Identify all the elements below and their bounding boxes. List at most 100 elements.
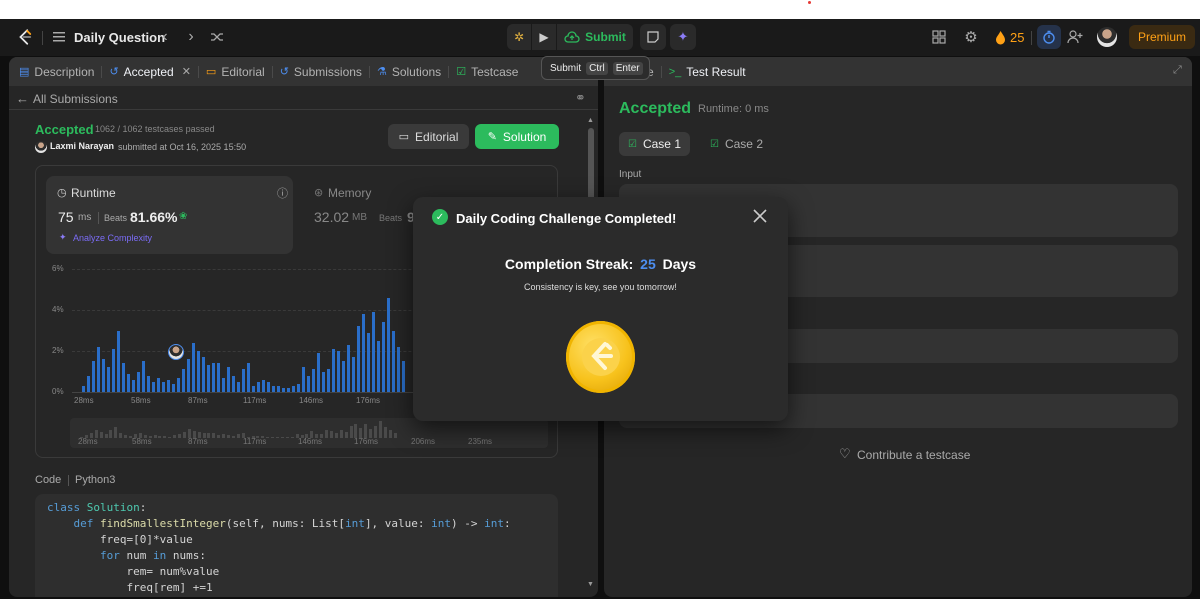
case-1-tab[interactable]: ☑ Case 1 — [619, 132, 690, 156]
tab-submissions[interactable]: ↺ Submissions — [273, 57, 369, 86]
tab-editorial[interactable]: ▭ Editorial — [199, 57, 272, 86]
close-icon[interactable] — [752, 208, 768, 224]
chart-bar[interactable] — [362, 314, 365, 392]
link-icon[interactable]: ⚭ — [575, 90, 586, 106]
chart-bar[interactable] — [357, 326, 360, 392]
tab-testcase[interactable]: ☑ Testcase — [449, 57, 525, 86]
chart-bar[interactable] — [402, 361, 405, 392]
scroll-up-arrow[interactable]: ▲ — [587, 117, 594, 124]
back-arrow-icon[interactable]: ← — [16, 91, 29, 106]
chart-bar[interactable] — [172, 383, 175, 392]
avatar[interactable] — [1097, 27, 1117, 47]
chart-bar[interactable] — [332, 348, 335, 392]
notes-button[interactable] — [640, 24, 666, 50]
chart-bar[interactable] — [227, 367, 230, 392]
chart-bar[interactable] — [102, 359, 105, 392]
chart-bar[interactable] — [92, 361, 95, 392]
chart-bar[interactable] — [277, 385, 280, 392]
chart-bar[interactable] — [147, 375, 150, 392]
chart-bar[interactable] — [107, 367, 110, 392]
range-selector[interactable]: 28ms 58ms 87ms 117ms 146ms 176ms 206ms 2… — [70, 418, 548, 448]
premium-button[interactable]: Premium — [1129, 25, 1195, 49]
chart-bar[interactable] — [242, 369, 245, 392]
tab-accepted[interactable]: ↺ Accepted ✕ — [102, 57, 197, 86]
chart-bar[interactable] — [87, 375, 90, 392]
chart-bar[interactable] — [162, 381, 165, 392]
chart-bar[interactable] — [192, 342, 195, 392]
close-tab-icon[interactable]: ✕ — [182, 65, 191, 78]
prev-problem-icon[interactable]: ‹ — [158, 28, 172, 45]
chart-bar[interactable] — [302, 367, 305, 392]
chart-bar[interactable] — [322, 371, 325, 392]
chart-bar[interactable] — [367, 332, 370, 392]
chart-bar[interactable] — [222, 377, 225, 392]
layout-icon[interactable] — [932, 30, 946, 44]
add-friend-icon[interactable] — [1067, 29, 1083, 45]
streak-count[interactable]: 25 — [1010, 30, 1024, 45]
chart-bar[interactable] — [382, 322, 385, 392]
chart-bar[interactable] — [202, 357, 205, 392]
chart-bar[interactable] — [82, 385, 85, 392]
chart-bar[interactable] — [387, 297, 390, 392]
chart-bar[interactable] — [372, 312, 375, 392]
timer-button[interactable] — [1037, 25, 1061, 49]
chart-bar[interactable] — [342, 361, 345, 392]
runtime-card[interactable]: ◷ Runtime ⓘ 75 ms Beats 81.66% ❀ ✦ Analy… — [46, 176, 293, 254]
chart-bar[interactable] — [337, 351, 340, 392]
ai-assistant-button[interactable]: ✦ — [670, 24, 696, 50]
solution-button[interactable]: ✎ Solution — [475, 124, 559, 149]
chart-bar[interactable] — [177, 377, 180, 392]
chart-bar[interactable] — [97, 346, 100, 392]
chart-bar[interactable] — [317, 353, 320, 392]
case-2-tab[interactable]: ☑ Case 2 — [701, 132, 772, 156]
chart-bar[interactable] — [252, 385, 255, 392]
chart-bar[interactable] — [392, 330, 395, 392]
editorial-button[interactable]: ▭ Editorial — [388, 124, 469, 149]
chart-bar[interactable] — [207, 365, 210, 392]
username[interactable]: Laxmi Narayan — [50, 141, 114, 151]
expand-icon[interactable]: ⤢ — [1173, 64, 1182, 77]
next-problem-icon[interactable]: › — [184, 28, 198, 45]
chart-bar[interactable] — [272, 385, 275, 392]
flame-icon[interactable] — [994, 29, 1006, 45]
chart-bar[interactable] — [267, 381, 270, 392]
chart-bar[interactable] — [137, 371, 140, 392]
daily-question-title[interactable]: Daily Question — [74, 30, 165, 45]
chart-bar[interactable] — [132, 379, 135, 392]
chart-bar[interactable] — [237, 381, 240, 392]
chart-bar[interactable] — [347, 344, 350, 392]
info-icon[interactable]: ⓘ — [277, 185, 288, 201]
tab-test-result[interactable]: >_ Test Result — [662, 57, 753, 86]
run-button[interactable]: ▶ — [532, 24, 556, 50]
chart-bar[interactable] — [297, 383, 300, 392]
analyze-complexity-link[interactable]: Analyze Complexity — [73, 233, 152, 243]
leetcode-logo-icon[interactable] — [16, 28, 34, 46]
tab-description[interactable]: ▤ Description — [9, 57, 101, 86]
chart-bar[interactable] — [352, 357, 355, 392]
code-block[interactable]: class Solution: def findSmallestInteger(… — [35, 494, 558, 597]
chart-bar[interactable] — [327, 369, 330, 392]
chart-bar[interactable] — [157, 377, 160, 392]
problem-list-icon[interactable] — [52, 30, 66, 44]
chart-bar[interactable] — [117, 330, 120, 392]
chart-bar[interactable] — [127, 373, 130, 392]
gear-icon[interactable]: ⚙ — [963, 29, 979, 46]
chart-bar[interactable] — [247, 363, 250, 392]
chart-bar[interactable] — [187, 359, 190, 392]
chart-bar[interactable] — [217, 363, 220, 392]
chart-bar[interactable] — [287, 387, 290, 392]
tab-solutions[interactable]: ⚗ Solutions — [370, 57, 448, 86]
chart-bar[interactable] — [292, 385, 295, 392]
chart-bar[interactable] — [312, 369, 315, 392]
chart-bar[interactable] — [397, 346, 400, 392]
chart-bar[interactable] — [307, 375, 310, 392]
chart-bar[interactable] — [232, 375, 235, 392]
chart-bar[interactable] — [152, 381, 155, 392]
chart-bar[interactable] — [142, 361, 145, 392]
chart-bar[interactable] — [112, 348, 115, 392]
chart-bar[interactable] — [282, 387, 285, 392]
chart-bar[interactable] — [197, 351, 200, 392]
all-submissions-link[interactable]: All Submissions — [33, 92, 118, 106]
chart-bar[interactable] — [212, 363, 215, 392]
debug-button[interactable]: ✲ — [507, 24, 531, 50]
